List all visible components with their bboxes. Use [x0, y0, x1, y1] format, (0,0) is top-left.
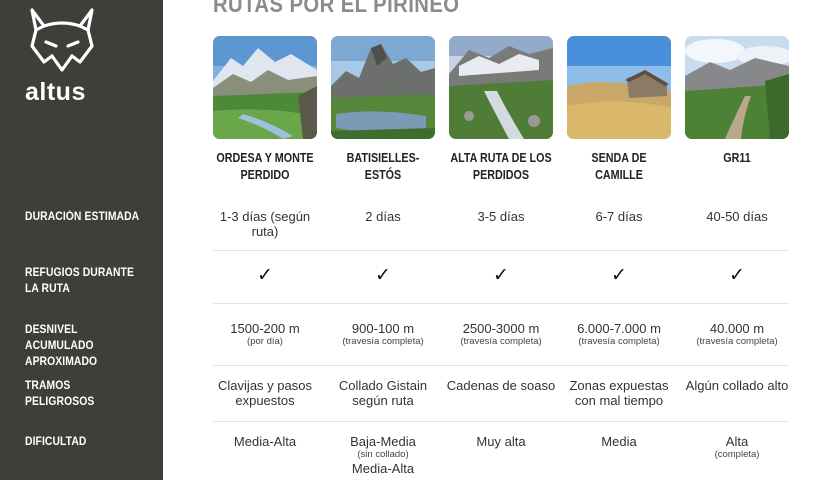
- route-photo-camille: [567, 36, 671, 139]
- difficulty-value: Alta: [725, 434, 749, 449]
- check-icon: ✓: [611, 264, 627, 286]
- cell-difficulty: Media: [560, 434, 678, 449]
- row-divider: [213, 303, 789, 304]
- elevation-value: 900-100 m: [351, 321, 415, 336]
- row-divider: [213, 421, 789, 422]
- elevation-value: 1500-200 m: [230, 321, 300, 336]
- row-label-dangerous: TRAMOS PELIGROSOS: [25, 380, 95, 408]
- check-icon: ✓: [729, 264, 745, 286]
- difficulty-value: Media: [601, 434, 637, 449]
- route-name: SENDA DE CAMILLE: [591, 151, 647, 182]
- row-label-refuges: REFUGIOS DURANTE LA RUTA: [25, 267, 134, 295]
- route-photo-gr11: [685, 36, 789, 139]
- check-icon: ✓: [375, 264, 391, 286]
- cell-difficulty: Media-Alta: [206, 434, 324, 449]
- elevation-note: (travesía completa): [578, 336, 660, 347]
- elevation-note: (por día): [247, 336, 283, 347]
- difficulty-value: Baja-Media: [350, 434, 416, 449]
- cell-duration: 6-7 días: [595, 209, 643, 224]
- check-icon: ✓: [493, 264, 509, 286]
- route-name: ALTA RUTA DE LOS PERDIDOS: [450, 151, 552, 182]
- cell-dangerous: Cadenas de soaso: [446, 378, 556, 393]
- cell-elevation: 40.000 m (travesía completa): [678, 321, 796, 348]
- cell-duration: 40-50 días: [706, 209, 768, 224]
- elevation-note: (travesía completa): [696, 336, 778, 347]
- cell-elevation: 900-100 m (travesía completa): [324, 321, 442, 348]
- row-label-elevation: DESNIVEL ACUMULADO APROXIMADO: [25, 324, 98, 368]
- difficulty-note: (sin collado): [357, 449, 409, 460]
- cell-elevation: 6.000-7.000 m (travesía completa): [560, 321, 678, 348]
- row-label-difficulty: DIFICULTAD: [25, 436, 87, 448]
- elevation-note: (travesía completa): [460, 336, 542, 347]
- route-photo-batisielles: [331, 36, 435, 139]
- route-name: ORDESA Y MONTE PERDIDO: [216, 151, 314, 182]
- brand-name: altus: [25, 78, 86, 106]
- difficulty-value: Media-Alta: [233, 434, 297, 449]
- cell-duration: 3-5 días: [477, 209, 525, 224]
- cell-difficulty: Muy alta: [442, 434, 560, 449]
- elevation-note: (travesía completa): [342, 336, 424, 347]
- elevation-value: 2500-3000 m: [462, 321, 540, 336]
- elevation-value: 6.000-7.000 m: [577, 321, 661, 336]
- cell-dangerous: Clavijas y pasos expuestos: [218, 378, 312, 408]
- cell-difficulty: Alta (completa): [678, 434, 796, 461]
- difficulty-value: Muy alta: [476, 434, 526, 449]
- cell-dangerous: Collado Gistain según ruta: [338, 378, 428, 408]
- cell-duration: 2 días: [365, 209, 401, 224]
- difficulty-note: (completa): [714, 449, 760, 460]
- cell-elevation: 2500-3000 m (travesía completa): [442, 321, 560, 348]
- check-icon: ✓: [257, 264, 273, 286]
- page-title: RUTAS POR EL PIRINEO: [213, 0, 460, 17]
- route-name: BATISIELLES-ESTÓS: [346, 151, 420, 182]
- cell-difficulty: Baja-Media (sin collado) Media-Alta: [324, 434, 442, 476]
- elevation-value: 40.000 m: [709, 321, 765, 336]
- cell-dangerous: Zonas expuestas con mal tiempo: [569, 378, 669, 408]
- route-name: GR11: [723, 151, 751, 165]
- cell-elevation: 1500-200 m (por día): [206, 321, 324, 348]
- row-label-duration: DURACIÓN ESTIMADA: [25, 211, 140, 223]
- cell-dangerous: Algún collado alto: [685, 378, 789, 393]
- lynx-head-icon: [22, 6, 102, 78]
- difficulty-extra: Media-Alta: [351, 461, 415, 476]
- route-photo-ordesa: [213, 36, 317, 139]
- row-divider: [213, 365, 789, 366]
- route-photo-alta-ruta: [449, 36, 553, 139]
- row-divider: [213, 250, 789, 251]
- sidebar: altus DURACIÓN ESTIMADA REFUGIOS DURANTE…: [0, 0, 163, 480]
- cell-duration: 1-3 días (según ruta): [219, 209, 311, 239]
